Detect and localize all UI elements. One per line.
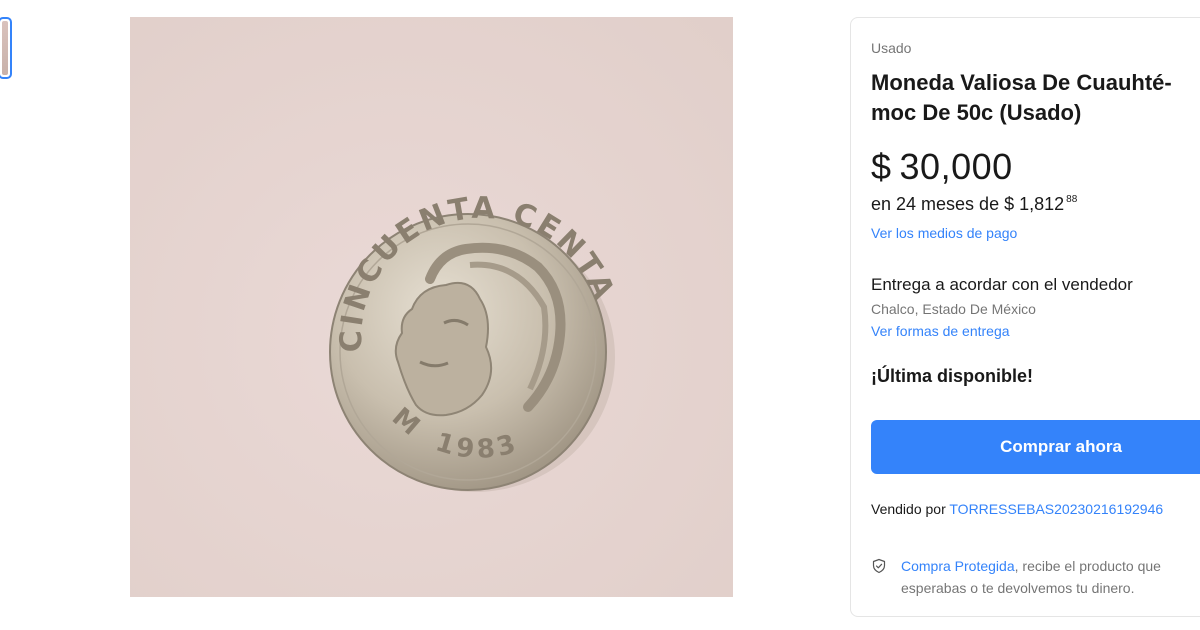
shipping-title: Entrega a acordar con el vendedor [871,275,1133,294]
shield-check-icon [872,558,886,574]
price-amount: 30,000 [899,146,1013,187]
product-title: Moneda Valiosa De Cuauhté- moc De 50c (U… [871,68,1200,128]
seller-name-link[interactable]: TORRESSEBAS20230216192946 [949,501,1163,517]
gallery-thumbnail[interactable] [0,17,12,79]
product-title-line-1: Moneda Valiosa De Cuauhté- [871,70,1172,95]
buy-now-button[interactable]: Comprar ahora [871,420,1200,474]
installments: en 24 meses de $ 1,812 88 [871,194,1077,215]
coin-photo: CINCUENTA CENTAVOS M 1983 [130,17,733,597]
installments-text: en 24 meses de $ 1,812 [871,194,1065,214]
price-currency: $ [871,146,892,187]
stock-status: ¡Última disponible! [871,366,1033,386]
seller-info: Vendido por TORRESSEBAS20230216192946 [871,501,1163,517]
price: $30,000 [871,146,1013,188]
shipping-methods-link[interactable]: Ver formas de entrega [871,323,1010,339]
purchase-protection: Compra Protegida, recibe el producto que… [901,555,1200,599]
thumbnail-image [2,21,8,75]
condition-label: Usado [871,40,912,56]
seller-prefix: Vendido por [871,501,946,517]
payment-methods-link[interactable]: Ver los medios de pago [871,225,1017,241]
protected-purchase-link[interactable]: Compra Protegida [901,558,1015,574]
installments-cents: 88 [1066,194,1078,205]
product-title-line-2: moc De 50c (Usado) [871,100,1082,125]
product-main-image[interactable]: CINCUENTA CENTAVOS M 1983 [130,17,733,597]
seller-location: Chalco, Estado De México [871,301,1036,317]
purchase-panel: Usado Moneda Valiosa De Cuauhté- moc De … [850,17,1200,617]
